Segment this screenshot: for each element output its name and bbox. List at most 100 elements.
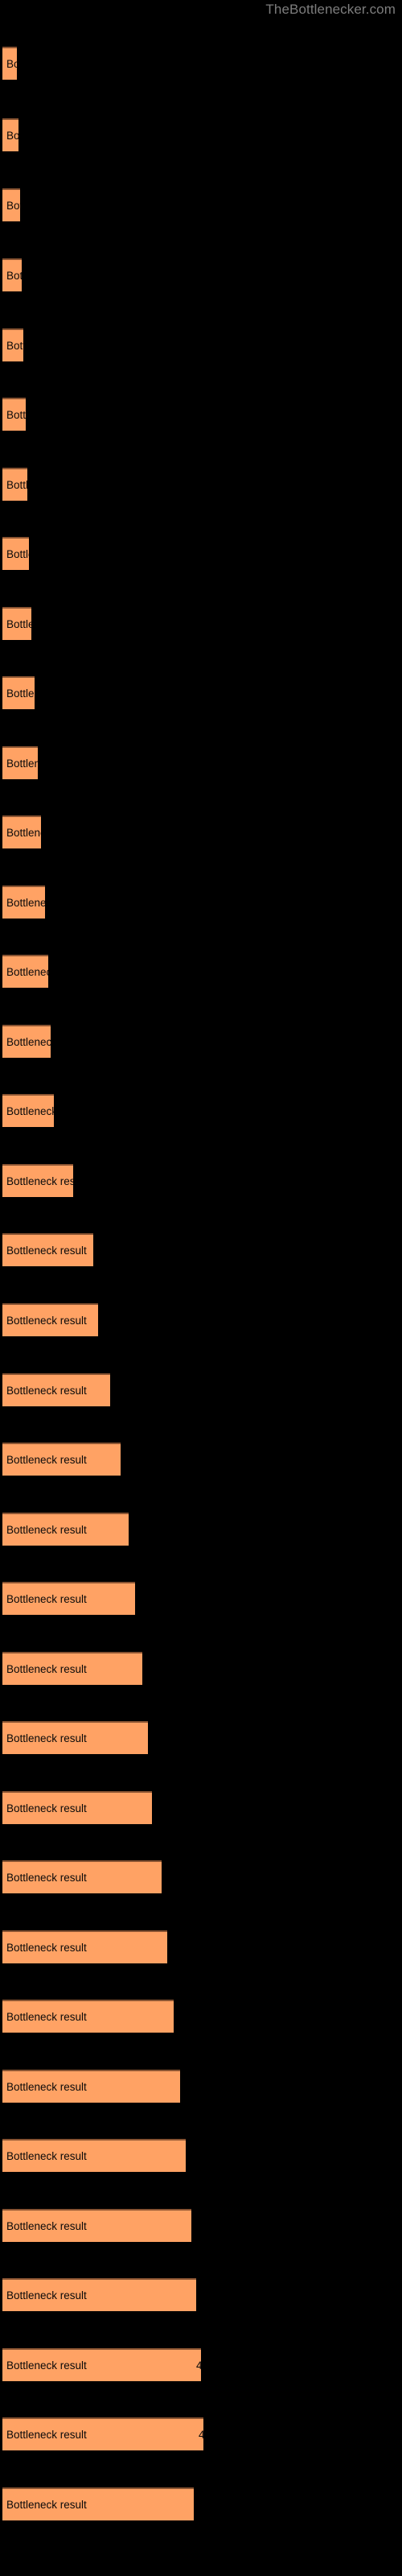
bar-row: Bottleneck result [0, 2487, 402, 2520]
bar-row: Bottleneck result [0, 1930, 402, 1963]
bar-label: Bottleneck result [6, 1523, 87, 1536]
bar-row: Bottleneck result [0, 258, 402, 291]
bar[interactable]: Bottleneck result [2, 2278, 196, 2311]
bar[interactable]: Bottleneck result [2, 1233, 93, 1266]
bar-row: Bottleneck result [0, 2278, 402, 2311]
bar[interactable]: Bottleneck result 4 [2, 2348, 201, 2381]
bar[interactable]: Bottleneck result [2, 1513, 129, 1546]
bar-label: Bottleneck result [6, 2498, 87, 2511]
bar-row: Bottleneck result [0, 47, 402, 80]
bar-row: Bottleneck result 4 [0, 2417, 402, 2450]
bar-label: Bottleneck result [6, 57, 17, 70]
bar-label: Bottleneck result [6, 1592, 87, 1605]
bar-label: Bottleneck result [6, 2428, 87, 2441]
bar-label: Bottleneck result [6, 2289, 87, 2301]
bar-row: Bottleneck result [0, 1373, 402, 1406]
bar-label: Bottleneck result [6, 1104, 54, 1117]
bar-row: Bottleneck result 4 [0, 2348, 402, 2381]
bar-row: Bottleneck result [0, 537, 402, 570]
bar-row: Bottleneck result [0, 746, 402, 779]
bar[interactable]: Bottleneck result [2, 1094, 54, 1127]
bar[interactable]: Bottleneck result [2, 188, 20, 221]
bar-label: Bottleneck result [6, 965, 48, 978]
bar-label: Bottleneck result [6, 547, 29, 560]
bar-label: Bottleneck result [6, 199, 20, 212]
bar[interactable]: Bottleneck result [2, 2000, 174, 2033]
bar-value: 4 [196, 2359, 201, 2372]
bar-label: Bottleneck result [6, 757, 38, 770]
bar[interactable]: Bottleneck result [2, 1303, 98, 1336]
bar-label: Bottleneck result [6, 408, 26, 421]
bar-value: 4 [199, 2429, 203, 2442]
bar-row: Bottleneck result [0, 1164, 402, 1197]
bottleneck-bar-chart: Bottleneck resultBottleneck resultBottle… [0, 0, 402, 2576]
bar-label: Bottleneck result [6, 1244, 87, 1257]
bar-row: Bottleneck result [0, 118, 402, 151]
bar[interactable]: Bottleneck result [2, 1164, 73, 1197]
bar-row: Bottleneck result [0, 2070, 402, 2103]
bar-label: Bottleneck result [6, 826, 41, 839]
bar-label: Bottleneck result [6, 687, 35, 700]
bar-row: Bottleneck result [0, 1791, 402, 1824]
bar-label: Bottleneck result [6, 1384, 87, 1397]
bar-row: Bottleneck result [0, 1443, 402, 1476]
bar[interactable]: Bottleneck result [2, 258, 22, 291]
bar[interactable]: Bottleneck result [2, 398, 26, 431]
bar[interactable]: Bottleneck result [2, 468, 27, 501]
bar-row: Bottleneck result [0, 2000, 402, 2033]
bar[interactable]: Bottleneck result [2, 1025, 51, 1058]
bar-row: Bottleneck result [0, 1094, 402, 1127]
bar-label: Bottleneck result [6, 269, 22, 282]
bar[interactable]: Bottleneck result [2, 2070, 180, 2103]
bar-row: Bottleneck result [0, 1582, 402, 1615]
bar[interactable]: Bottleneck result [2, 815, 41, 848]
bar-label: Bottleneck result [6, 1802, 87, 1814]
bar-label: Bottleneck result [6, 129, 18, 142]
bar-label: Bottleneck result [6, 2080, 87, 2093]
bar[interactable]: Bottleneck result [2, 537, 29, 570]
bar-label: Bottleneck result [6, 1662, 87, 1675]
bar-row: Bottleneck result [0, 1025, 402, 1058]
bar[interactable]: Bottleneck result [2, 1652, 142, 1685]
bar[interactable]: Bottleneck result [2, 47, 17, 80]
bar-row: Bottleneck result [0, 1721, 402, 1754]
bar[interactable]: Bottleneck result [2, 607, 31, 640]
bar[interactable]: Bottleneck result [2, 1721, 148, 1754]
bar-row: Bottleneck result [0, 1233, 402, 1266]
bar-label: Bottleneck result [6, 1941, 87, 1954]
bar-row: Bottleneck result [0, 815, 402, 848]
bar-label: Bottleneck result [6, 478, 27, 491]
bar-row: Bottleneck result [0, 468, 402, 501]
bar[interactable]: Bottleneck result [2, 1930, 167, 1963]
bar-row: Bottleneck result [0, 676, 402, 709]
bar-label: Bottleneck result [6, 1871, 87, 1884]
bar-row: Bottleneck result [0, 607, 402, 640]
bar[interactable]: Bottleneck result [2, 1582, 135, 1615]
bar-row: Bottleneck result [0, 2139, 402, 2172]
bar-label: Bottleneck result [6, 1174, 73, 1187]
bar[interactable]: Bottleneck result [2, 955, 48, 988]
bar-row: Bottleneck result [0, 886, 402, 919]
bar-label: Bottleneck result [6, 1732, 87, 1744]
bar[interactable]: Bottleneck result 4 [2, 2417, 203, 2450]
bar[interactable]: Bottleneck result [2, 2209, 191, 2242]
bar[interactable]: Bottleneck result [2, 1860, 162, 1893]
bar[interactable]: Bottleneck result [2, 676, 35, 709]
bar-label: Bottleneck result [6, 1453, 87, 1466]
bar-label: Bottleneck result [6, 2149, 87, 2162]
bar[interactable]: Bottleneck result [2, 1443, 121, 1476]
bar-row: Bottleneck result [0, 1860, 402, 1893]
bar[interactable]: Bottleneck result [2, 1373, 110, 1406]
bar-label: Bottleneck result [6, 1035, 51, 1048]
bar[interactable]: Bottleneck result [2, 746, 38, 779]
bar[interactable]: Bottleneck result [2, 328, 23, 361]
bar-label: Bottleneck result [6, 339, 23, 352]
bar-label: Bottleneck result [6, 2010, 87, 2023]
bar[interactable]: Bottleneck result [2, 2139, 186, 2172]
bar-label: Bottleneck result [6, 896, 45, 909]
bar[interactable]: Bottleneck result [2, 2487, 194, 2520]
bar[interactable]: Bottleneck result [2, 118, 18, 151]
bar[interactable]: Bottleneck result [2, 886, 45, 919]
bar-label: Bottleneck result [6, 2359, 87, 2372]
bar[interactable]: Bottleneck result [2, 1791, 152, 1824]
